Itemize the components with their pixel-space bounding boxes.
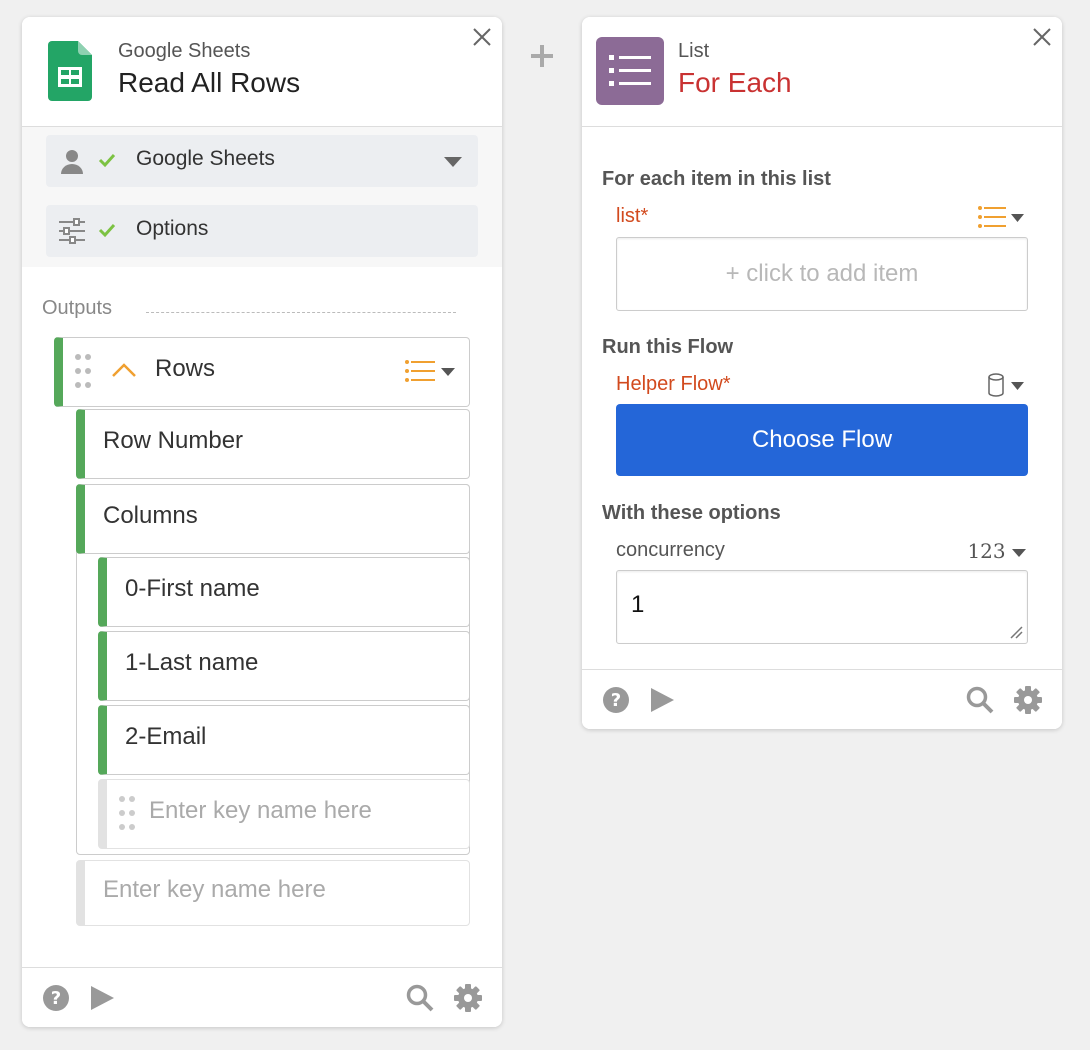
list-icon[interactable] bbox=[405, 359, 459, 383]
list-icon[interactable] bbox=[978, 205, 1026, 229]
list-app-logo bbox=[596, 37, 664, 105]
search-icon[interactable] bbox=[966, 686, 994, 714]
card-header: Google Sheets Read All Rows bbox=[22, 17, 502, 127]
options-section[interactable]: Options bbox=[46, 205, 478, 257]
gear-icon[interactable] bbox=[454, 984, 482, 1012]
number-type-selector[interactable]: 123 bbox=[967, 539, 1026, 563]
column-item-label: 0-First name bbox=[125, 575, 260, 602]
helper-flow-label: Helper Flow* bbox=[616, 373, 731, 395]
output-columns[interactable]: Columns bbox=[76, 484, 470, 554]
resize-handle-icon[interactable] bbox=[1009, 625, 1023, 639]
sliders-icon bbox=[59, 218, 85, 244]
svg-text:?: ? bbox=[611, 690, 621, 711]
action-name: Read All Rows bbox=[118, 67, 301, 98]
card-footer: ? bbox=[22, 967, 502, 1027]
check-icon bbox=[98, 153, 116, 168]
row-number-label: Row Number bbox=[103, 427, 244, 454]
key-name-placeholder: Enter key name here bbox=[103, 876, 326, 903]
new-output-key-input[interactable]: Enter key name here bbox=[76, 860, 470, 926]
column-item-email[interactable]: 2-Email bbox=[98, 705, 470, 775]
caret-down-icon[interactable] bbox=[444, 157, 462, 167]
key-name-placeholder: Enter key name here bbox=[149, 797, 372, 824]
app-name: List bbox=[678, 40, 710, 62]
check-icon bbox=[98, 223, 116, 238]
google-sheets-logo-icon bbox=[48, 41, 92, 101]
add-list-item-button[interactable]: + click to add item bbox=[616, 237, 1028, 311]
output-row-number[interactable]: Row Number bbox=[76, 409, 470, 479]
column-item-first-name[interactable]: 0-First name bbox=[98, 557, 470, 627]
database-icon[interactable] bbox=[988, 373, 1026, 397]
app-name: Google Sheets bbox=[118, 40, 251, 62]
chevron-up-icon[interactable] bbox=[111, 362, 137, 378]
column-item-last-name[interactable]: 1-Last name bbox=[98, 631, 470, 701]
section-title-list: For each item in this list bbox=[602, 168, 831, 190]
caret-down-icon bbox=[1012, 548, 1026, 557]
drag-handle-icon[interactable] bbox=[117, 794, 137, 834]
help-icon[interactable]: ? bbox=[602, 686, 630, 714]
concurrency-value: 1 bbox=[631, 591, 645, 618]
card-footer: ? bbox=[582, 669, 1062, 729]
column-item-label: 2-Email bbox=[125, 723, 207, 750]
output-rows[interactable]: Rows bbox=[54, 337, 470, 407]
column-item-label: 1-Last name bbox=[125, 649, 259, 676]
rows-label: Rows bbox=[155, 355, 216, 382]
options-label: Options bbox=[136, 217, 209, 240]
close-icon[interactable] bbox=[472, 27, 492, 47]
config-section: Google Sheets Options bbox=[22, 127, 502, 267]
outputs-label: Outputs bbox=[42, 297, 113, 319]
outputs-divider bbox=[146, 312, 456, 313]
new-column-key-input[interactable]: Enter key name here bbox=[98, 779, 470, 849]
list-for-each-card: List For Each For each item in this list… bbox=[582, 17, 1062, 729]
concurrency-label: concurrency bbox=[616, 539, 725, 561]
number-type-label: 123 bbox=[967, 539, 1006, 563]
gear-icon[interactable] bbox=[1014, 686, 1042, 714]
connection-label: Google Sheets bbox=[136, 147, 275, 170]
connection-selector[interactable]: Google Sheets bbox=[46, 135, 478, 187]
play-icon[interactable] bbox=[88, 984, 116, 1012]
concurrency-input[interactable]: 1 bbox=[616, 570, 1028, 644]
user-icon bbox=[61, 150, 83, 174]
svg-text:?: ? bbox=[51, 988, 61, 1009]
help-icon[interactable]: ? bbox=[42, 984, 70, 1012]
search-icon[interactable] bbox=[406, 984, 434, 1012]
columns-label: Columns bbox=[103, 502, 198, 529]
list-icon bbox=[609, 55, 651, 86]
plus-icon[interactable] bbox=[528, 42, 556, 70]
section-title-options: With these options bbox=[602, 502, 781, 524]
google-sheets-read-all-rows-card: Google Sheets Read All Rows Google Sheet… bbox=[22, 17, 502, 1027]
close-icon[interactable] bbox=[1032, 27, 1052, 47]
action-name: For Each bbox=[678, 67, 792, 98]
add-item-text: + click to add item bbox=[725, 260, 919, 287]
list-field-label: list* bbox=[616, 205, 649, 227]
choose-flow-button[interactable]: Choose Flow bbox=[616, 404, 1028, 476]
card-header: List For Each bbox=[582, 17, 1062, 127]
section-title-flow: Run this Flow bbox=[602, 336, 734, 358]
play-icon[interactable] bbox=[648, 686, 676, 714]
drag-handle-icon[interactable] bbox=[73, 352, 93, 392]
